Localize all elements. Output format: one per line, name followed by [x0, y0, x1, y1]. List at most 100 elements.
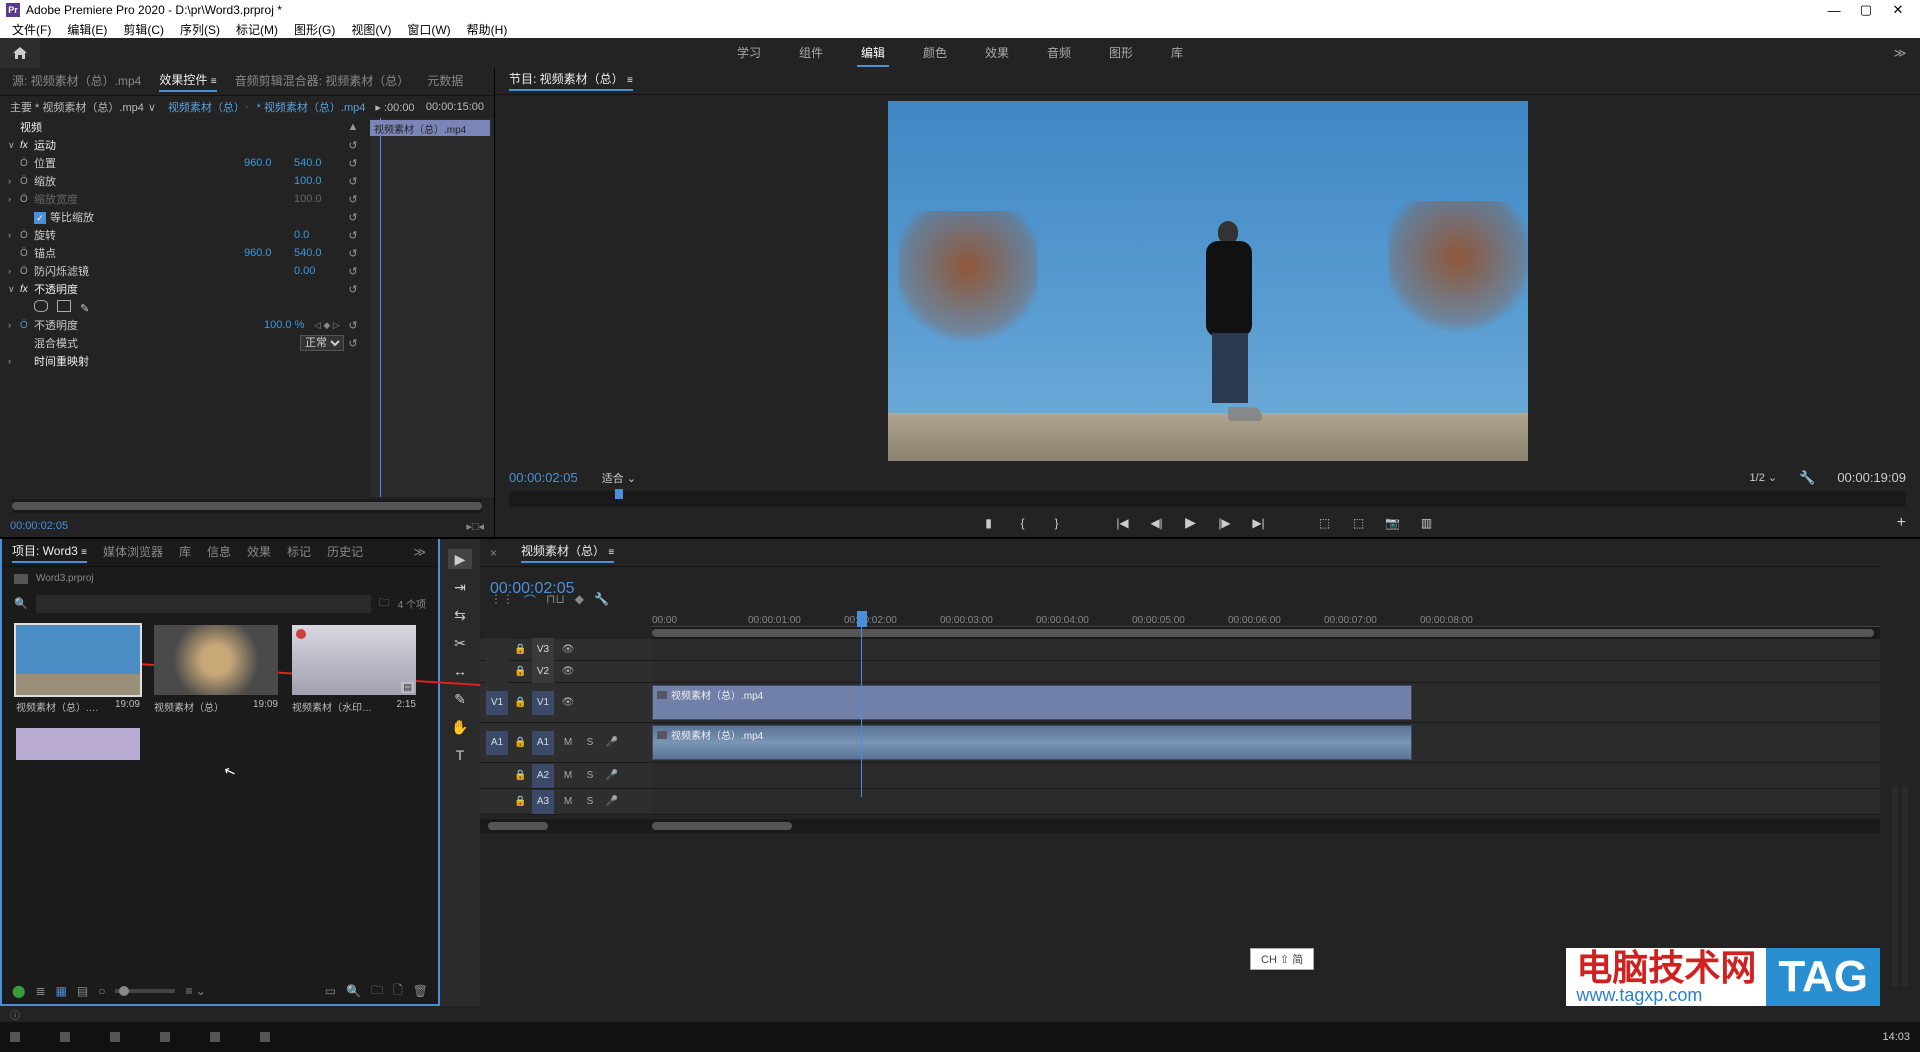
stopwatch-icon[interactable]: Ö: [20, 158, 34, 169]
project-bins-area[interactable]: 视频素材（总）.mp419:09 视频素材（总）19:09 ▤ 视频素材（水印）…: [2, 617, 438, 978]
solo-toggle[interactable]: S: [582, 796, 598, 807]
write-mode-icon[interactable]: ⬤: [12, 984, 25, 998]
tab-effect-controls[interactable]: 效果控件 ≡: [159, 71, 216, 92]
freeform-view-icon[interactable]: ▤: [77, 984, 88, 998]
snap-icon[interactable]: ⌒: [524, 592, 536, 609]
marker-icon[interactable]: ◆: [575, 592, 584, 609]
reset-button[interactable]: ↺: [344, 157, 362, 170]
hand-tool[interactable]: ✋: [448, 717, 472, 737]
taskbar-app-icon[interactable]: [10, 1032, 20, 1042]
lock-icon[interactable]: 🔒: [514, 796, 526, 807]
uniform-scale-checkbox[interactable]: ✓: [34, 212, 46, 224]
resolution-select[interactable]: 1/2 ⌄: [1750, 471, 1778, 484]
loop-icon[interactable]: ▸□◂: [466, 520, 484, 533]
selection-tool[interactable]: ▶: [448, 549, 472, 569]
minimize-button[interactable]: —: [1818, 3, 1850, 18]
taskbar-app-icon[interactable]: [110, 1032, 120, 1042]
bin-thumbnail[interactable]: [16, 625, 140, 695]
sequence-clip-b[interactable]: * 视频素材（总）.mp4: [257, 99, 366, 115]
home-button[interactable]: [0, 38, 40, 68]
mute-toggle[interactable]: M: [560, 770, 576, 781]
reset-button[interactable]: ↺: [344, 247, 362, 260]
timeline-h-scrollbar[interactable]: [652, 819, 1880, 833]
sort-icon[interactable]: ≡ ⌄: [185, 984, 205, 998]
twisty-icon[interactable]: ›: [8, 320, 20, 330]
comparison-view-button[interactable]: ▥: [1416, 512, 1438, 534]
blend-mode-select[interactable]: 正常: [300, 335, 344, 351]
step-forward-button[interactable]: |▶: [1214, 512, 1236, 534]
timeline-ruler[interactable]: 00:00 00:00:01:00 00:00:02:00 00:00:03:0…: [652, 611, 1880, 627]
track-output-toggle[interactable]: 👁: [560, 666, 576, 677]
timeline-clip-v1[interactable]: 视频素材（总）.mp4: [652, 685, 1412, 720]
bin-item-clip-2[interactable]: 视频素材（总）19:09: [154, 625, 278, 714]
stopwatch-icon[interactable]: Ö: [20, 248, 34, 259]
section-toggle-icon[interactable]: ▲: [344, 121, 362, 133]
scale-value[interactable]: 100.0: [294, 175, 344, 187]
reset-button[interactable]: ↺: [344, 175, 362, 188]
ellipse-mask-icon[interactable]: [34, 300, 48, 312]
button-editor-add[interactable]: +: [1897, 514, 1906, 532]
track-output-toggle[interactable]: 👁: [560, 644, 576, 655]
workspace-effects[interactable]: 效果: [981, 40, 1013, 67]
mini-playhead[interactable]: [380, 118, 381, 497]
extract-button[interactable]: ⬚: [1348, 512, 1370, 534]
target-a2[interactable]: A2: [532, 764, 554, 788]
twisty-icon[interactable]: ›: [8, 356, 20, 366]
fx-badge-icon[interactable]: fx: [20, 140, 34, 151]
source-patch-a1[interactable]: A1: [486, 731, 508, 755]
sequence-clip-a[interactable]: 视频素材（总）: [168, 99, 245, 115]
workspace-libraries[interactable]: 库: [1167, 40, 1187, 67]
mute-toggle[interactable]: M: [560, 737, 576, 748]
target-v3[interactable]: V3: [532, 638, 554, 662]
effect-mini-scrollbar[interactable]: [12, 499, 482, 513]
opacity-effect-row[interactable]: ∨fx 不透明度 ↺: [0, 280, 370, 298]
voice-record-icon[interactable]: 🎤: [604, 737, 620, 748]
time-remap-row[interactable]: › 时间重映射: [0, 352, 370, 370]
panel-menu-icon[interactable]: ≡: [627, 75, 633, 86]
menu-window[interactable]: 窗口(W): [399, 21, 458, 38]
bin-item-clip-3[interactable]: ▤ 视频素材（水印）...2:15: [292, 625, 416, 714]
program-timecode[interactable]: 00:00:02:05: [509, 470, 578, 485]
lock-icon[interactable]: 🔒: [514, 697, 526, 708]
export-frame-button[interactable]: 📷: [1382, 512, 1404, 534]
stopwatch-icon[interactable]: Ö: [20, 230, 34, 241]
settings-icon[interactable]: 🔧: [594, 592, 609, 609]
target-a3[interactable]: A3: [532, 790, 554, 814]
rotation-value[interactable]: 0.0: [294, 229, 344, 241]
menu-sequence[interactable]: 序列(S): [172, 21, 228, 38]
menu-markers[interactable]: 标记(M): [228, 21, 286, 38]
icon-view-icon[interactable]: ▦: [56, 984, 67, 998]
tab-info[interactable]: 信息: [207, 543, 231, 562]
program-playhead[interactable]: [615, 489, 623, 499]
target-a1[interactable]: A1: [532, 731, 554, 755]
reset-button[interactable]: ↺: [344, 229, 362, 242]
track-select-tool[interactable]: ⇥: [448, 577, 472, 597]
reset-button[interactable]: ↺: [344, 337, 362, 350]
workspace-overflow[interactable]: ≫: [1880, 46, 1920, 60]
mute-toggle[interactable]: M: [560, 796, 576, 807]
new-item-icon[interactable]: 🗋: [393, 981, 403, 1002]
project-search-input[interactable]: [36, 595, 371, 613]
timeline-playhead-flag[interactable]: [857, 611, 867, 627]
program-viewer[interactable]: [495, 95, 1920, 467]
filter-bin-icon[interactable]: 🗀: [379, 594, 390, 613]
timeline-horiz-overview[interactable]: [652, 627, 1880, 639]
go-to-out-button[interactable]: ▶|: [1248, 512, 1270, 534]
tab-audio-clip-mixer[interactable]: 音频剪辑混合器: 视频素材（总）: [235, 72, 410, 91]
list-view-icon[interactable]: ≣: [35, 984, 45, 998]
twisty-icon[interactable]: ›: [8, 176, 20, 186]
tab-libraries[interactable]: 库: [179, 543, 191, 562]
reset-button[interactable]: ↺: [344, 319, 362, 332]
zoom-out-icon[interactable]: ○: [98, 984, 105, 998]
voice-record-icon[interactable]: 🎤: [604, 770, 620, 781]
bin-item-clip-1[interactable]: 视频素材（总）.mp419:09: [16, 625, 140, 714]
opacity-value[interactable]: 100.0 %: [264, 319, 314, 331]
panel-menu-icon[interactable]: ≡: [81, 547, 87, 558]
tab-project[interactable]: 项目: Word3 ≡: [12, 542, 87, 563]
play-button[interactable]: ▶: [1180, 512, 1202, 534]
solo-toggle[interactable]: S: [582, 737, 598, 748]
menu-help[interactable]: 帮助(H): [459, 21, 516, 38]
razor-tool[interactable]: ✂: [448, 633, 472, 653]
stopwatch-active-icon[interactable]: Ö: [20, 320, 34, 331]
settings-wrench-icon[interactable]: 🔧: [1799, 470, 1815, 486]
